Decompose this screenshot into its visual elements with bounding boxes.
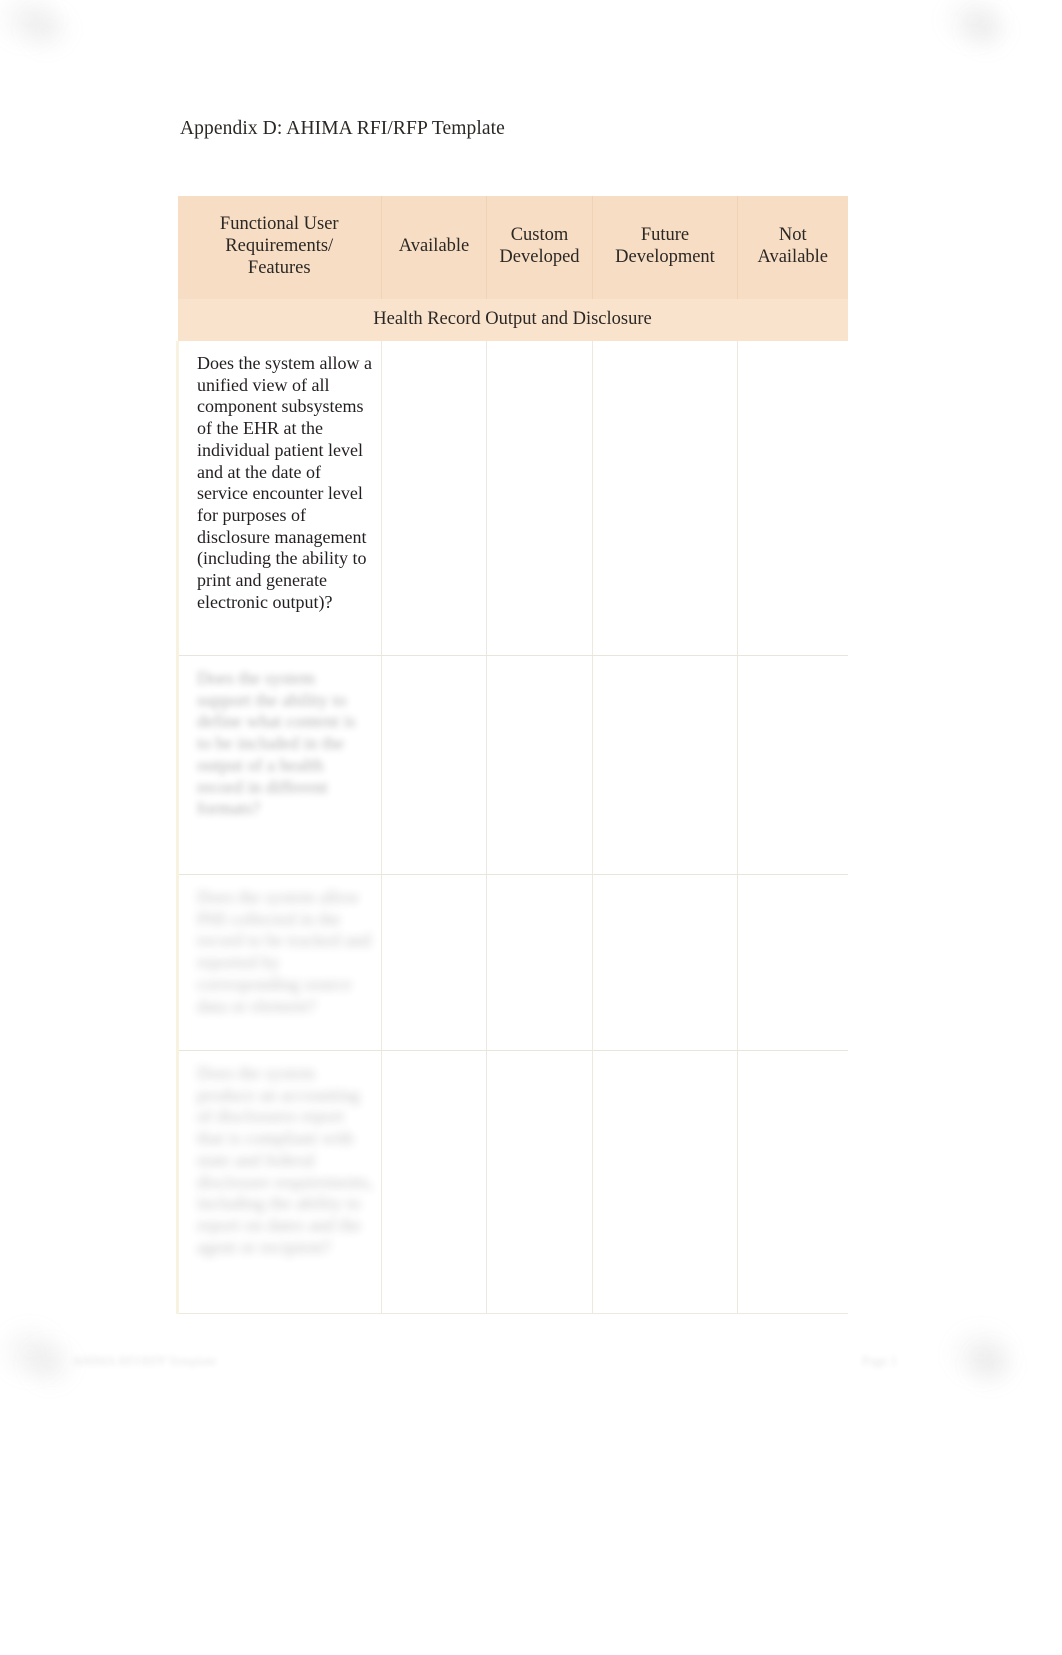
table-row: Does the system allow PHI collected in t… (176, 874, 848, 1051)
scan-artifact-top-right (938, 0, 1008, 50)
section-heading-row: Health Record Output and Disclosure (177, 299, 848, 341)
requirement-cell-row-1: Does the system allow a unified view of … (176, 341, 382, 656)
document-footer: AHIMA RFI/RFP Template Page 1 (0, 1352, 1062, 1382)
requirement-cell-row-4: Does the system produce an accounting of… (176, 1050, 382, 1314)
requirement-cell-row-2: Does the system support the ability to d… (176, 655, 382, 875)
column-header-requirements-line-1: Functional User (219, 214, 339, 234)
answer-cell-future-development-row-1[interactable] (592, 341, 738, 656)
table-row: Does the system produce an accounting of… (176, 1050, 848, 1314)
answer-cell-available-row-1[interactable] (381, 341, 487, 656)
requirement-text-row-4: Does the system produce an accounting of… (197, 1063, 373, 1257)
requirement-text-row-3: Does the system allow PHI collected in t… (197, 887, 371, 1016)
page-title: Appendix D: AHIMA RFI/RFP Template (180, 118, 505, 139)
requirement-text-row-2: Does the system support the ability to d… (197, 668, 356, 819)
column-header-requirements: Functional User Requirements/ Features (177, 196, 382, 299)
answer-cell-custom-developed-row-3[interactable] (486, 874, 593, 1051)
column-header-not-available: Not Available (737, 196, 848, 299)
column-header-available: Available (381, 196, 487, 299)
answer-cell-future-development-row-3[interactable] (592, 874, 738, 1051)
table-header-row: Functional User Requirements/ Features A… (177, 196, 848, 299)
column-header-requirements-line-2: Requirements/ (225, 236, 334, 256)
column-header-requirements-line-3: Features (247, 258, 311, 278)
answer-cell-available-row-4[interactable] (381, 1050, 487, 1314)
scan-artifact-top-left-secondary (18, 2, 76, 56)
table-row: Does the system support the ability to d… (176, 655, 848, 875)
footer-left-text: AHIMA RFI/RFP Template (72, 1353, 217, 1368)
scan-artifact-bottom-right (944, 1322, 1018, 1386)
answer-cell-not-available-row-1[interactable] (737, 341, 848, 656)
column-header-custom-developed: Custom Developed (486, 196, 593, 299)
answer-cell-not-available-row-3[interactable] (737, 874, 848, 1051)
answer-cell-available-row-2[interactable] (381, 655, 487, 875)
scan-artifact-bottom-right-secondary (962, 1338, 1020, 1392)
answer-cell-not-available-row-2[interactable] (737, 655, 848, 875)
answer-cell-future-development-row-2[interactable] (592, 655, 738, 875)
answer-cell-available-row-3[interactable] (381, 874, 487, 1051)
answer-cell-custom-developed-row-1[interactable] (486, 341, 593, 656)
footer-right-text: Page 1 (862, 1353, 898, 1368)
scan-artifact-top-left (0, 0, 62, 50)
answer-cell-future-development-row-4[interactable] (592, 1050, 738, 1314)
column-header-future-development: Future Development (592, 196, 738, 299)
answer-cell-custom-developed-row-4[interactable] (486, 1050, 593, 1314)
table-row: Does the system allow a unified view of … (176, 341, 848, 656)
answer-cell-not-available-row-4[interactable] (737, 1050, 848, 1314)
requirement-cell-row-3: Does the system allow PHI collected in t… (176, 874, 382, 1051)
scan-artifact-bottom-left-secondary (20, 1336, 80, 1392)
rfi-rfp-requirements-table: Functional User Requirements/ Features A… (176, 196, 848, 1314)
scan-artifact-top-right-secondary (958, 4, 1014, 56)
section-heading-health-record-output-and-disclosure: Health Record Output and Disclosure (177, 299, 848, 341)
answer-cell-custom-developed-row-2[interactable] (486, 655, 593, 875)
scan-artifact-bottom-left (0, 1320, 66, 1384)
